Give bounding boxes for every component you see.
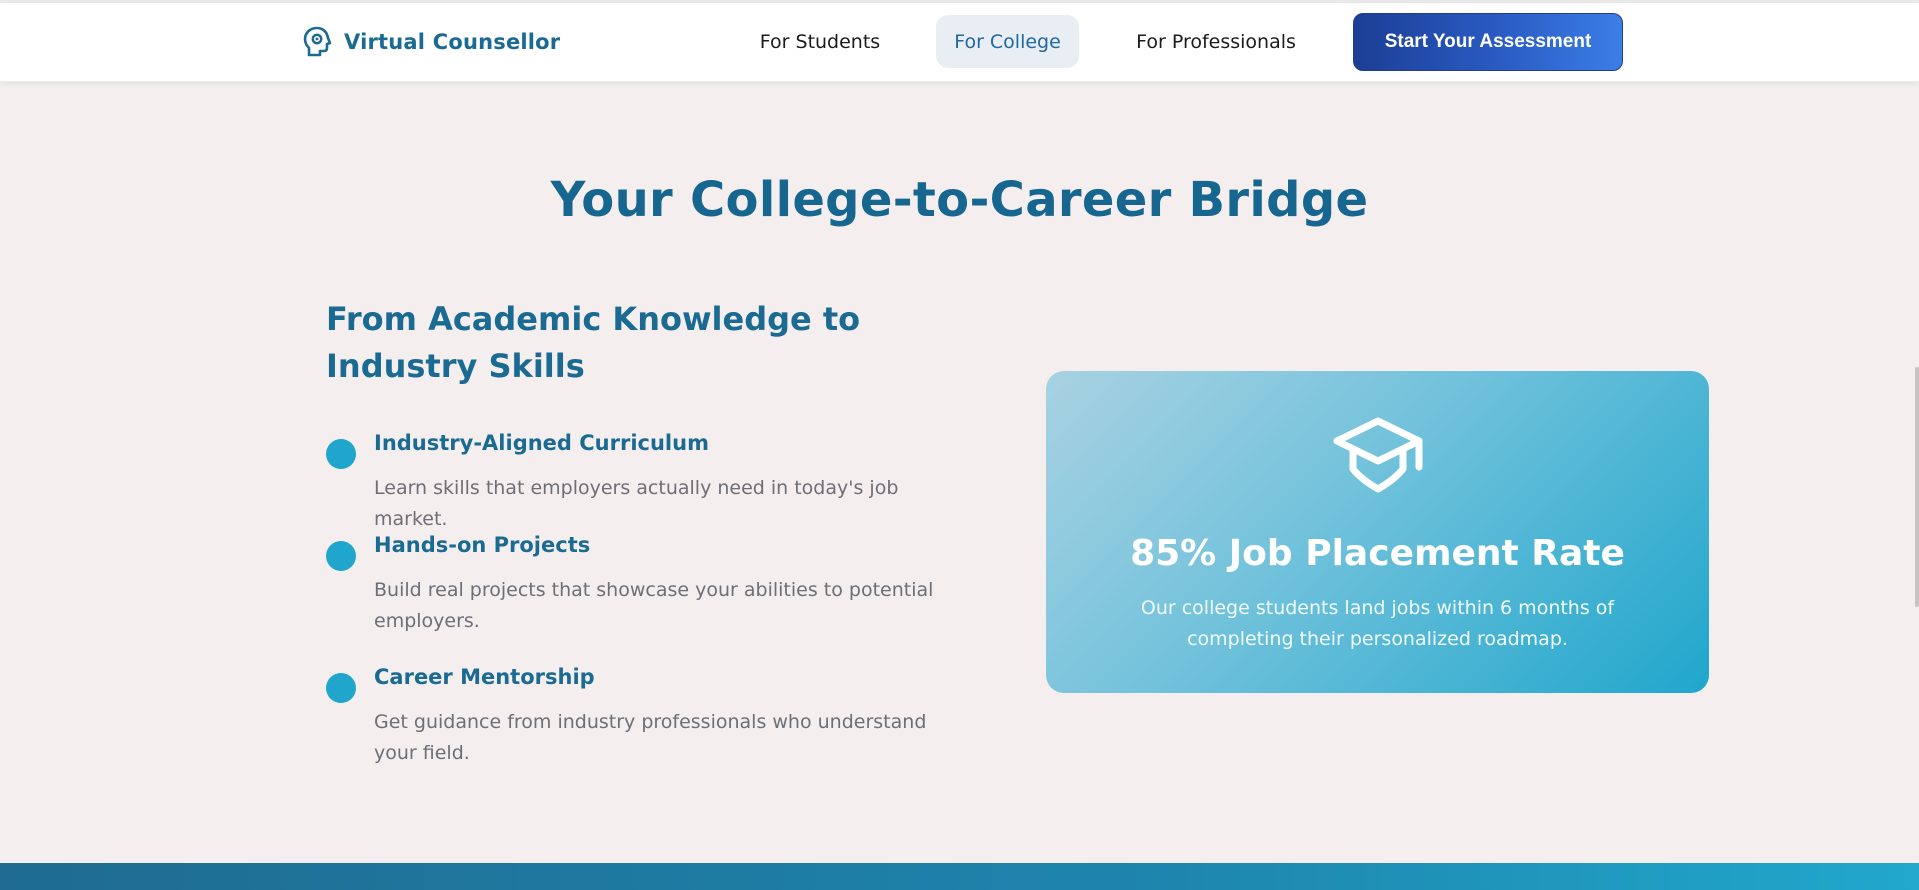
footer-band <box>0 863 1919 890</box>
stat-title: 85% Job Placement Rate <box>1130 533 1625 574</box>
feature-description: Get guidance from industry professionals… <box>374 711 927 764</box>
bullet-dot-icon <box>326 673 356 703</box>
section-title: Your College-to-Career Bridge <box>550 172 1369 228</box>
bullet-dot-icon <box>326 439 356 469</box>
placement-stat-card: 85% Job Placement Rate Our college stude… <box>1046 371 1709 693</box>
feature-title: Industry-Aligned Curriculum <box>374 431 709 455</box>
brain-gear-icon <box>303 26 332 57</box>
feature-title: Hands-on Projects <box>374 533 591 557</box>
feature-description: Build real projects that showcase your a… <box>374 579 934 632</box>
navbar: Virtual Counsellor For Students For Coll… <box>0 3 1919 82</box>
brand-logo-link[interactable]: Virtual Counsellor <box>302 25 560 59</box>
nav-for-students[interactable]: For Students <box>741 15 899 68</box>
start-assessment-button[interactable]: Start Your Assessment <box>1353 13 1623 71</box>
section-subtitle: From Academic Knowledge to Industry Skil… <box>326 300 861 385</box>
stat-description: Our college students land jobs within 6 … <box>1140 597 1615 650</box>
feature-description: Learn skills that employers actually nee… <box>374 477 899 530</box>
nav-for-college[interactable]: For College <box>936 15 1079 68</box>
brand-name: Virtual Counsellor <box>344 30 561 54</box>
graduation-cap-icon <box>1333 417 1423 493</box>
feature-title: Career Mentorship <box>374 665 595 689</box>
nav-for-professionals[interactable]: For Professionals <box>1118 15 1314 68</box>
scrollbar-thumb[interactable] <box>1915 367 1919 607</box>
bullet-dot-icon <box>326 541 356 571</box>
